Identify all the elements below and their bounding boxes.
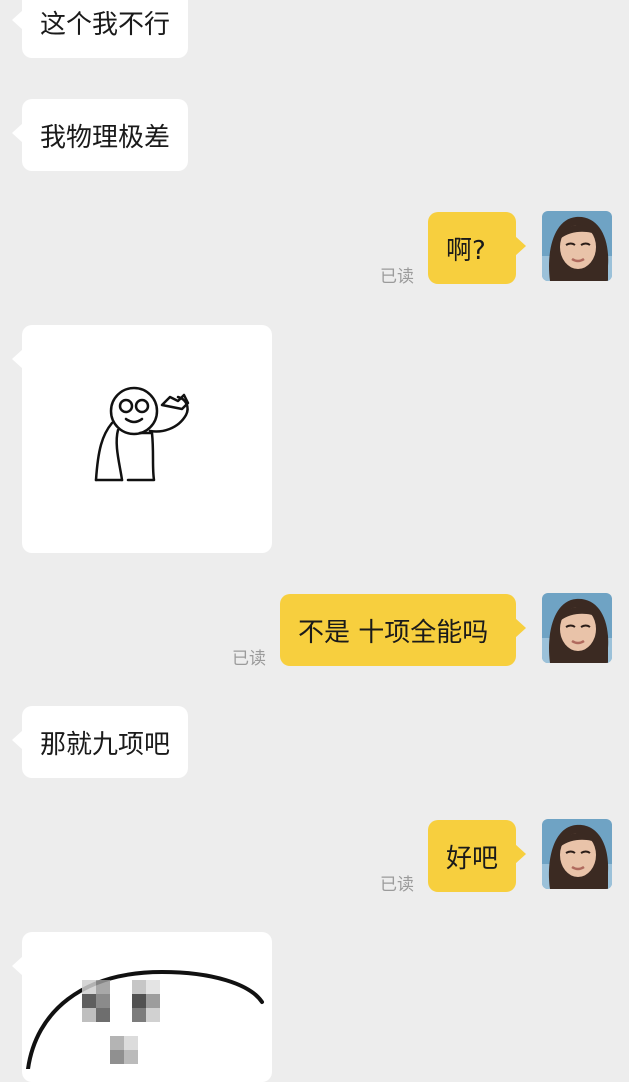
user-avatar[interactable] [542,211,612,281]
message-bubble-sent[interactable]: 好吧 [428,820,526,892]
sticker-message[interactable] [12,325,272,553]
message-bubble-received[interactable]: 那就九项吧 [11,706,189,778]
message-text: 我物理极差 [40,122,171,153]
message-text: 不是 十项全能吗 [298,617,489,648]
stick-figure-sticker-icon [94,386,190,482]
message-bubble-received[interactable]: 我物理极差 [11,99,189,171]
user-avatar[interactable] [542,819,612,889]
message-text: 那就九项吧 [40,729,171,760]
read-status: 已读 [232,649,266,669]
user-avatar[interactable] [542,593,612,663]
sticker-message[interactable] [12,932,272,1082]
message-text: 这个我不行 [40,9,171,40]
avatar-photo-icon [542,593,612,663]
avatar-photo-icon [542,211,612,281]
pixelated-face-sticker-icon [26,969,264,1071]
message-bubble-sent[interactable]: 不是 十项全能吗 [280,594,526,666]
message-bubble-received[interactable]: 这个我不行 [11,0,189,58]
message-text: 好吧 [446,843,499,874]
read-status: 已读 [380,875,414,895]
message-text: 啊? [446,235,486,266]
avatar-photo-icon [542,819,612,889]
message-bubble-sent[interactable]: 啊? [428,212,526,284]
read-status: 已读 [380,267,414,287]
